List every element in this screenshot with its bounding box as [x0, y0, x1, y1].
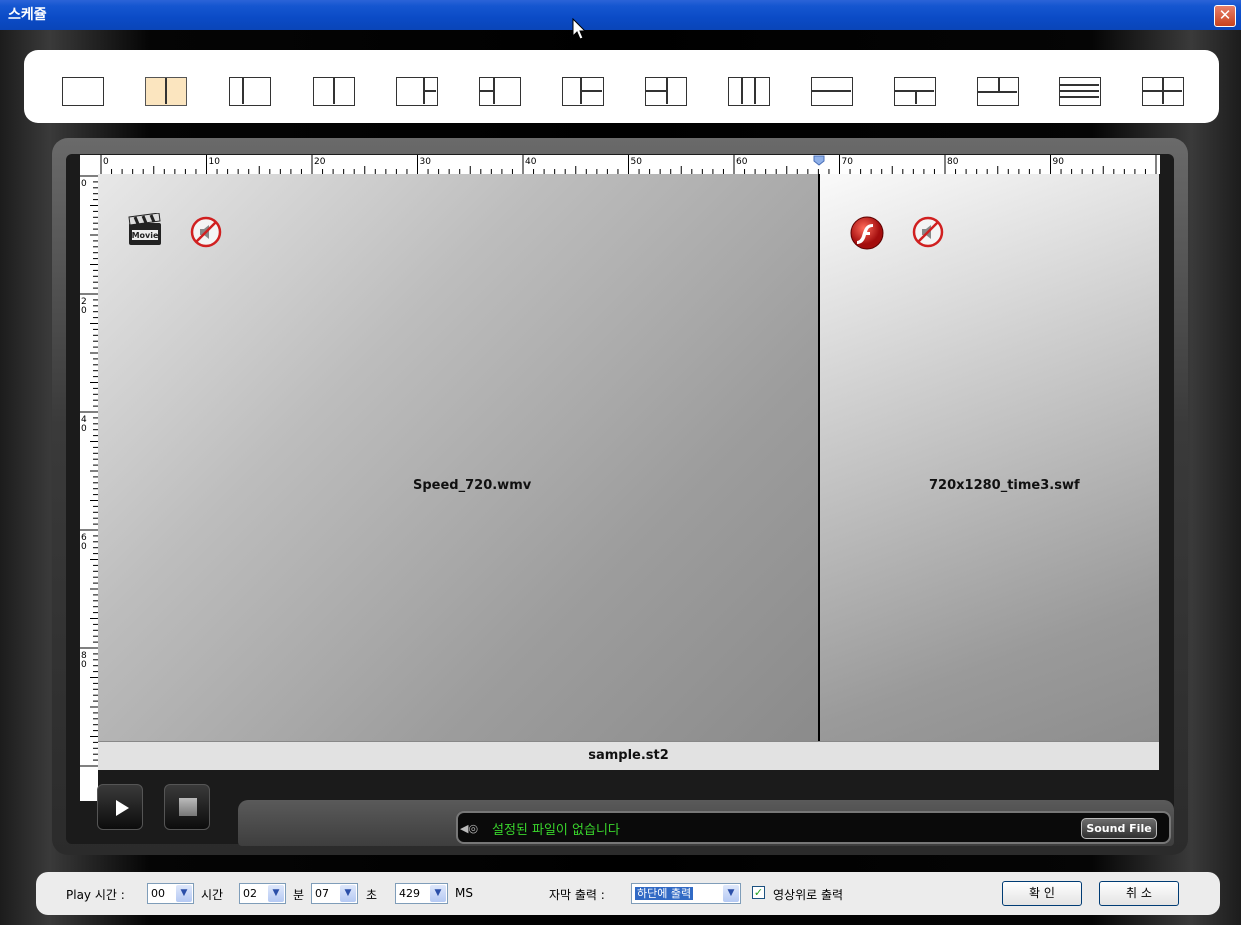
title-bar[interactable]: 스케쥴 ✕: [0, 0, 1241, 30]
chevron-down-icon[interactable]: ▼: [430, 885, 446, 902]
subtitle-label: 자막 출력 :: [549, 888, 605, 902]
minutes-unit: 분: [293, 888, 305, 902]
layout-top-split-button[interactable]: [977, 77, 1019, 106]
layout-quad-button[interactable]: [1142, 77, 1184, 106]
ms-value: 429: [399, 887, 420, 900]
overlay-checkbox[interactable]: ✓: [752, 886, 765, 899]
layout-cross-left-button[interactable]: [645, 77, 687, 106]
flash-icon[interactable]: [850, 216, 884, 254]
seconds-unit: 초: [366, 888, 378, 902]
ms-unit: MS: [455, 886, 473, 900]
chevron-down-icon[interactable]: ▼: [340, 885, 356, 902]
stop-button[interactable]: [164, 784, 210, 830]
mute-icon[interactable]: [912, 216, 944, 252]
zone-right[interactable]: [820, 174, 1159, 741]
ruler-label: 20: [314, 157, 326, 167]
zone-divider[interactable]: [818, 174, 820, 741]
ruler-label: 40: [525, 157, 537, 167]
play-time-label: Play 시간 :: [66, 888, 125, 902]
chevron-down-icon[interactable]: ▼: [176, 885, 192, 902]
sound-file-button[interactable]: Sound File: [1081, 818, 1157, 839]
vertical-ruler: 020406080: [80, 174, 98, 801]
play-button[interactable]: [97, 784, 143, 830]
mouse-cursor-icon: [572, 18, 587, 40]
layout-right-split-button[interactable]: [396, 77, 438, 106]
sound-status-text: 설정된 파일이 없습니다: [492, 823, 620, 838]
layout-two-rows-button[interactable]: [811, 77, 853, 106]
layout-split-2-vertical-button[interactable]: [145, 77, 187, 106]
layout-split-left-wide-button[interactable]: [313, 77, 355, 106]
ms-select[interactable]: 429 ▼: [395, 883, 448, 904]
seconds-select[interactable]: 07 ▼: [311, 883, 358, 904]
zone-right-file-name: 720x1280_time3.swf: [929, 478, 1080, 493]
ruler-label: 80: [947, 157, 959, 167]
ruler-label: 70: [842, 157, 854, 167]
layout-split-left-narrow-button[interactable]: [229, 77, 271, 106]
layout-four-rows-button[interactable]: [1059, 77, 1101, 106]
layout-left-split-button[interactable]: [479, 77, 521, 106]
layout-three-columns-button[interactable]: [728, 77, 770, 106]
cancel-button[interactable]: 취 소: [1099, 881, 1179, 906]
ruler-label: 0: [81, 179, 87, 189]
movie-clapper-icon[interactable]: Movie: [127, 212, 163, 251]
chevron-down-icon[interactable]: ▼: [723, 885, 739, 902]
subtitle-value: 하단에 출력: [635, 887, 694, 900]
schedule-file-name: sample.st2: [98, 741, 1159, 770]
ruler-label: 0: [81, 660, 87, 670]
layout-bottom-split-button[interactable]: [894, 77, 936, 106]
ruler-label: 50: [631, 157, 643, 167]
zone-left-file-name: Speed_720.wmv: [413, 478, 532, 493]
play-icon: [116, 800, 129, 816]
close-icon[interactable]: ✕: [1214, 5, 1236, 27]
layout-left-double-button[interactable]: [562, 77, 604, 106]
chevron-down-icon[interactable]: ▼: [268, 885, 284, 902]
minutes-value: 02: [243, 887, 257, 900]
ruler-label: 90: [1053, 157, 1065, 167]
layout-single-button[interactable]: [62, 77, 104, 106]
ruler-label: 60: [736, 157, 748, 167]
minutes-select[interactable]: 02 ▼: [239, 883, 286, 904]
horizontal-ruler: 0 10 20 30 40 50 60 70 80 90: [80, 155, 1160, 174]
ruler-label: 0: [81, 306, 87, 316]
mute-icon[interactable]: [190, 216, 222, 252]
overlay-label: 영상위로 출력: [773, 888, 844, 902]
subtitle-select[interactable]: 하단에 출력 ▼: [631, 883, 741, 904]
ruler-label: 10: [209, 157, 221, 167]
seconds-value: 07: [315, 887, 329, 900]
ruler-label: 0: [103, 157, 109, 167]
zone-left[interactable]: [98, 174, 818, 741]
ok-button[interactable]: 확 인: [1002, 881, 1082, 906]
stop-icon: [179, 798, 197, 816]
hours-select[interactable]: 00 ▼: [147, 883, 194, 904]
options-bar: Play 시간 : 00 ▼ 시간 02 ▼ 분 07 ▼ 초 429 ▼ MS…: [36, 872, 1220, 915]
layout-toolbar: [24, 50, 1219, 123]
hours-unit: 시간: [201, 888, 224, 902]
speaker-icon: ◀◎: [460, 822, 479, 835]
ruler-marker-icon: [813, 155, 825, 166]
hours-value: 00: [151, 887, 165, 900]
ruler-label: 0: [81, 424, 87, 434]
window-title: 스케쥴: [8, 7, 47, 23]
movie-badge-text: Movie: [132, 231, 159, 240]
ruler-label: 30: [420, 157, 432, 167]
ruler-label: 0: [81, 542, 87, 552]
